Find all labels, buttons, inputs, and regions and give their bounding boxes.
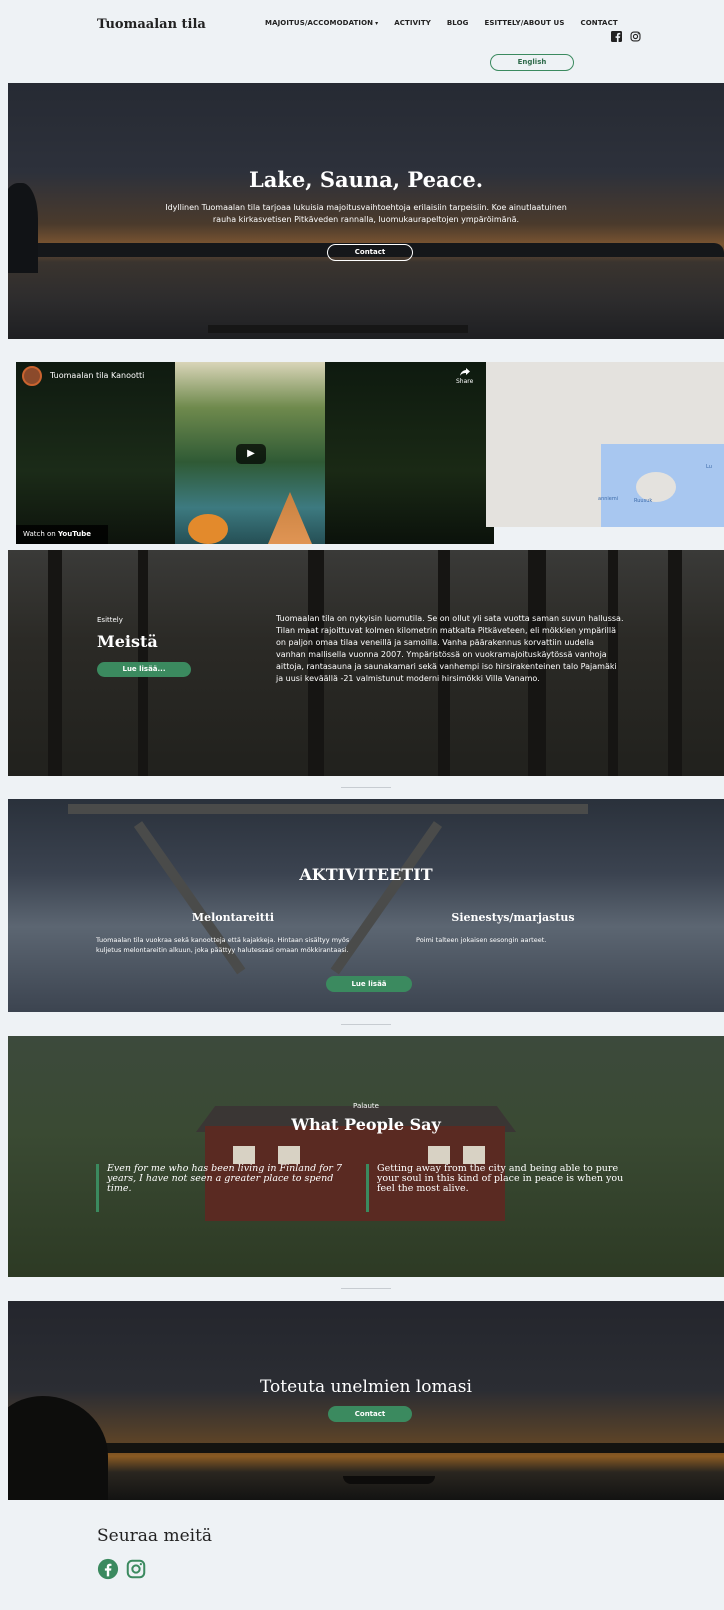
share-icon: [459, 368, 470, 376]
house-window: [233, 1146, 255, 1164]
nav-item-activity[interactable]: ACTIVITY: [394, 19, 431, 27]
chevron-down-icon: ▾: [375, 20, 379, 27]
testimonials-eyebrow: Palaute: [353, 1102, 379, 1110]
nav-item-about[interactable]: ESITTELY/ABOUT US: [485, 19, 565, 27]
map-label: Lu: [706, 464, 712, 470]
house-window: [428, 1146, 450, 1164]
youtube-logo: YouTube: [57, 530, 91, 538]
map-label: Ruusuk: [634, 498, 653, 504]
section-divider: [341, 1288, 391, 1289]
language-button[interactable]: English: [490, 54, 574, 71]
footer-social-links: [97, 1558, 147, 1580]
cta-title: Toteuta unelmien lomasi: [260, 1377, 472, 1397]
activities-read-more-button[interactable]: Lue lisää: [326, 976, 412, 992]
nav-item-contact[interactable]: CONTACT: [580, 19, 617, 27]
activity-text: Poimi talteen jokaisen sesongin aarteet.: [416, 936, 547, 944]
instagram-icon[interactable]: [630, 31, 641, 42]
video-title[interactable]: Tuomaalan tila Kanootti: [50, 371, 144, 380]
tree-trunk: [48, 550, 62, 776]
facebook-icon[interactable]: [611, 31, 622, 42]
watch-on-youtube[interactable]: Watch on YouTube: [16, 525, 108, 544]
house-window: [278, 1146, 300, 1164]
map-embed[interactable]: Lu anniemi Ruusuk: [486, 362, 724, 527]
about-eyebrow: Esittely: [97, 616, 123, 624]
site-header: Tuomaalan tila MAJOITUS/ACCOMODATION ▾ AC…: [8, 8, 724, 83]
site-brand[interactable]: Tuomaalan tila: [97, 17, 206, 32]
cta-treeline: [8, 1443, 724, 1453]
hero-tree: [8, 183, 38, 273]
paddle-shape: [188, 514, 228, 544]
facebook-icon[interactable]: [97, 1558, 119, 1580]
testimonial-quote: Getting away from the city and being abl…: [366, 1164, 632, 1212]
bridge-rail: [68, 804, 588, 814]
share-label: Share: [456, 378, 474, 385]
nav-item-accommodation[interactable]: MAJOITUS/ACCOMODATION ▾: [265, 19, 378, 27]
section-divider: [341, 787, 391, 788]
follow-title: Seuraa meitä: [97, 1526, 213, 1546]
cta-shore: [8, 1396, 108, 1500]
map-label: anniemi: [598, 496, 619, 502]
cta-boat: [343, 1476, 435, 1484]
activities-title: AKTIVITEETIT: [299, 865, 433, 884]
main-nav: MAJOITUS/ACCOMODATION ▾ ACTIVITY BLOG ESI…: [265, 19, 618, 27]
testimonials-section: Palaute What People Say Even for me who …: [8, 1036, 724, 1277]
instagram-icon[interactable]: [125, 1558, 147, 1580]
nav-item-label: MAJOITUS/ACCOMODATION: [265, 19, 374, 27]
tree-trunk: [668, 550, 682, 776]
cta-contact-button[interactable]: Contact: [328, 1406, 412, 1422]
nav-item-blog[interactable]: BLOG: [447, 19, 469, 27]
about-text: Tuomaalan tila on nykyisin luomutila. Se…: [276, 614, 624, 683]
about-title: Meistä: [97, 632, 158, 651]
hero-contact-button[interactable]: Contact: [327, 244, 413, 261]
share-button[interactable]: Share: [456, 368, 473, 385]
activity-heading: Melontareitti: [191, 911, 275, 924]
channel-avatar[interactable]: [22, 366, 42, 386]
hero-section: Lake, Sauna, Peace. Idyllinen Tuomaalan …: [8, 83, 724, 339]
hero-title: Lake, Sauna, Peace.: [248, 167, 484, 192]
hero-dock: [208, 325, 468, 333]
play-icon[interactable]: ▶: [236, 444, 266, 464]
youtube-video-embed[interactable]: Tuomaalan tila Kanootti Share ▶ Watch on…: [16, 362, 494, 544]
section-divider: [341, 1024, 391, 1025]
cta-section: Toteuta unelmien lomasi Contact: [8, 1301, 724, 1500]
header-social-links: [611, 31, 641, 42]
activity-heading: Sienestys/marjastus: [451, 911, 575, 924]
video-frame-forest: [16, 362, 175, 544]
video-frame-forest-dark: [325, 362, 494, 544]
activities-section: AKTIVITEETIT Melontareitti Tuomaalan til…: [8, 799, 724, 1012]
watch-on-label: Watch on: [23, 530, 56, 538]
about-read-more-button[interactable]: Lue lisää...: [97, 662, 191, 677]
house-window: [463, 1146, 485, 1164]
page: Tuomaalan tila MAJOITUS/ACCOMODATION ▾ AC…: [8, 8, 724, 1610]
testimonials-title: What People Say: [291, 1115, 441, 1134]
testimonial-quote: Even for me who has been living in Finla…: [96, 1164, 348, 1212]
activity-text: Tuomaalan tila vuokraa sekä kanootteja e…: [96, 936, 350, 954]
hero-text: Idyllinen Tuomaalan tila tarjoaa lukuisi…: [165, 203, 567, 224]
about-section: Esittely Meistä Lue lisää... Tuomaalan t…: [8, 550, 724, 776]
